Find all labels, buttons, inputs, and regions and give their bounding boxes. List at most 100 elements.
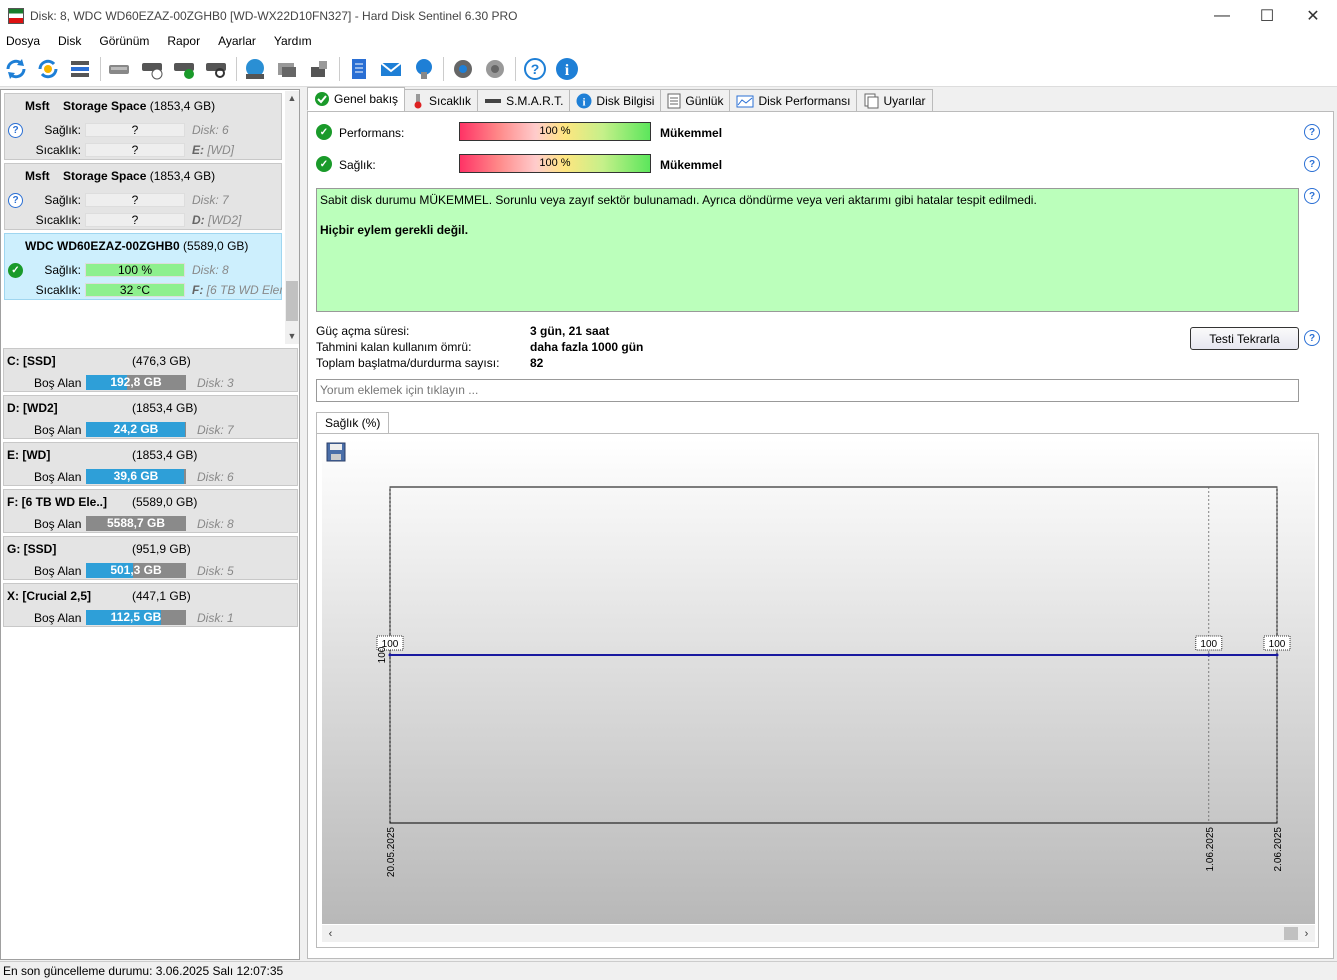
disk-list-scrollbar[interactable]: ▲ ▼	[285, 91, 299, 344]
volume-item[interactable]: D: [WD2] (1853,4 GB) Boş Alan 24,2 GB Disk: …	[3, 395, 298, 439]
drive-letter: E: [WD]	[192, 143, 282, 157]
toolbar-separator	[443, 57, 444, 81]
alerts-icon	[863, 93, 879, 109]
disk-item-selected[interactable]: WDC WD60EZAZ-00ZGHB0 (5589,0 GB) ✓ Sağlı…	[4, 233, 282, 300]
tab-alerts[interactable]: Uyarılar	[856, 89, 933, 111]
tab-label: Günlük	[685, 93, 724, 108]
disk-icon[interactable]	[106, 56, 132, 82]
volume-size: (447,1 GB)	[132, 589, 191, 603]
free-space-bar: 24,2 GB	[86, 422, 186, 437]
scroll-up-icon[interactable]: ▲	[285, 91, 299, 105]
minimize-button[interactable]: —	[1199, 0, 1245, 31]
comment-field[interactable]: Yorum eklemek için tıklayın ...	[316, 379, 1299, 402]
maximize-button[interactable]: ☐	[1244, 0, 1290, 31]
retest-button[interactable]: Testi Tekrarla	[1190, 327, 1299, 350]
refresh-icon[interactable]	[3, 56, 29, 82]
menu-yardim[interactable]: Yardım	[274, 34, 312, 48]
unknown-status-icon: ?	[8, 123, 23, 138]
volume-name: E: [WD]	[7, 448, 51, 462]
help-icon[interactable]: ?	[522, 56, 548, 82]
help-icon[interactable]: ?	[1304, 156, 1320, 172]
scroll-thumb[interactable]	[286, 281, 298, 321]
disk-vendor: Msft	[25, 169, 50, 183]
network-icon[interactable]	[242, 56, 268, 82]
help-icon[interactable]: ?	[1304, 188, 1320, 204]
disk-model: Storage Space	[63, 99, 147, 113]
svg-text:?: ?	[531, 61, 540, 77]
free-space-bar: 112,5 GB	[86, 610, 186, 625]
health-bar: ?	[85, 193, 185, 207]
tab-overview[interactable]: Genel bakış	[307, 87, 406, 111]
info-icon[interactable]: i	[554, 56, 580, 82]
drive-name: [6 TB WD Elements]	[206, 283, 282, 297]
tab-temperature[interactable]: Sıcaklık	[404, 89, 479, 111]
usb-icon[interactable]	[306, 56, 332, 82]
free-space-value: 112,5 GB	[110, 610, 162, 624]
temp-bar: ?	[85, 143, 185, 157]
svg-text:i: i	[565, 62, 570, 79]
data-point	[1275, 653, 1279, 657]
close-button[interactable]: ✕	[1290, 0, 1336, 31]
refresh-all-icon[interactable]	[35, 56, 61, 82]
tab-health-chart[interactable]: Sağlık (%)	[316, 412, 390, 434]
disk-list-icon[interactable]	[67, 56, 93, 82]
help-icon[interactable]: ?	[1304, 330, 1320, 346]
temp-label: Sıcaklık:	[35, 283, 81, 297]
tab-smart[interactable]: S.M.A.R.T.	[477, 89, 571, 111]
sound-icon[interactable]	[482, 56, 508, 82]
disk-number: Disk: 7	[192, 193, 229, 207]
performance-bar: 100 %	[459, 122, 651, 141]
free-space-label: Boş Alan	[34, 564, 82, 578]
free-space-label: Boş Alan	[34, 376, 82, 390]
menu-disk[interactable]: Disk	[58, 34, 81, 48]
volume-item[interactable]: E: [WD] (1853,4 GB) Boş Alan 39,6 GB Disk: 6	[3, 442, 298, 486]
status-text: Sabit disk durumu MÜKEMMEL. Sorunlu veya…	[320, 193, 1037, 207]
health-label: Sağlık:	[44, 263, 81, 277]
menu-gorunum[interactable]: Görünüm	[99, 34, 149, 48]
volume-disk-number: Disk: 6	[197, 470, 234, 484]
disk-item[interactable]: Msft Storage Space (1853,4 GB) ? Sağlık:…	[4, 163, 282, 230]
settings-icon[interactable]	[450, 56, 476, 82]
tab-performance[interactable]: Disk Performansı	[729, 89, 858, 111]
health-bar: ?	[85, 123, 185, 137]
disk-search-icon[interactable]	[203, 56, 229, 82]
chart-scrollbar[interactable]: ‹ ›	[322, 925, 1315, 942]
report-icon[interactable]	[346, 56, 372, 82]
disk-ok-icon[interactable]	[171, 56, 197, 82]
menu-rapor[interactable]: Rapor	[167, 34, 200, 48]
tab-label: S.M.A.R.T.	[506, 93, 564, 108]
volume-item[interactable]: G: [SSD] (951,9 GB) Boş Alan 501,3 GB Disk: …	[3, 536, 298, 580]
upload-icon[interactable]	[411, 56, 437, 82]
volume-item[interactable]: F: [6 TB WD Ele..] (5589,0 GB) Boş Alan 558…	[3, 489, 298, 533]
disk-schedule-icon[interactable]	[139, 56, 165, 82]
volume-item[interactable]: X: [Crucial 2,5] (447,1 GB) Boş Alan 112,5 …	[3, 583, 298, 627]
disk-list: Msft Storage Space (1853,4 GB) ? Sağlık:…	[2, 91, 285, 344]
health-chart: 100 100 100 100 20.05.2025 1.06.2025 2.06.2025	[322, 439, 1315, 924]
smart-icon	[484, 93, 502, 109]
tab-disk-info[interactable]: i Disk Bilgisi	[569, 89, 662, 111]
free-space-label: Boş Alan	[34, 423, 82, 437]
mail-icon[interactable]	[378, 56, 404, 82]
scroll-down-icon[interactable]: ▼	[285, 329, 299, 343]
disk-item[interactable]: Msft Storage Space (1853,4 GB) ? Sağlık:…	[4, 93, 282, 160]
start-stop-value: 82	[530, 356, 544, 370]
health-label: Sağlık:	[44, 123, 81, 137]
data-point	[1207, 653, 1211, 657]
transfer-icon[interactable]	[274, 56, 300, 82]
volume-disk-number: Disk: 8	[197, 517, 234, 531]
scroll-right-icon[interactable]: ›	[1298, 925, 1315, 942]
scroll-left-icon[interactable]: ‹	[322, 925, 339, 942]
scroll-thumb[interactable]	[1284, 927, 1298, 940]
volume-item[interactable]: C: [SSD] (476,3 GB) Boş Alan 192,8 GB Disk: …	[3, 348, 298, 392]
disk-vendor: Msft	[25, 99, 50, 113]
tab-log[interactable]: Günlük	[660, 89, 731, 111]
menu-ayarlar[interactable]: Ayarlar	[218, 34, 256, 48]
disk-size: (1853,4 GB)	[149, 99, 216, 113]
volume-disk-number: Disk: 1	[197, 611, 234, 625]
log-icon	[667, 93, 681, 109]
help-icon[interactable]: ?	[1304, 124, 1320, 140]
menu-dosya[interactable]: Dosya	[6, 34, 40, 48]
health-bar: 100 %	[85, 263, 185, 277]
thermometer-icon	[411, 93, 425, 109]
health-rating: Mükemmel	[660, 158, 723, 172]
